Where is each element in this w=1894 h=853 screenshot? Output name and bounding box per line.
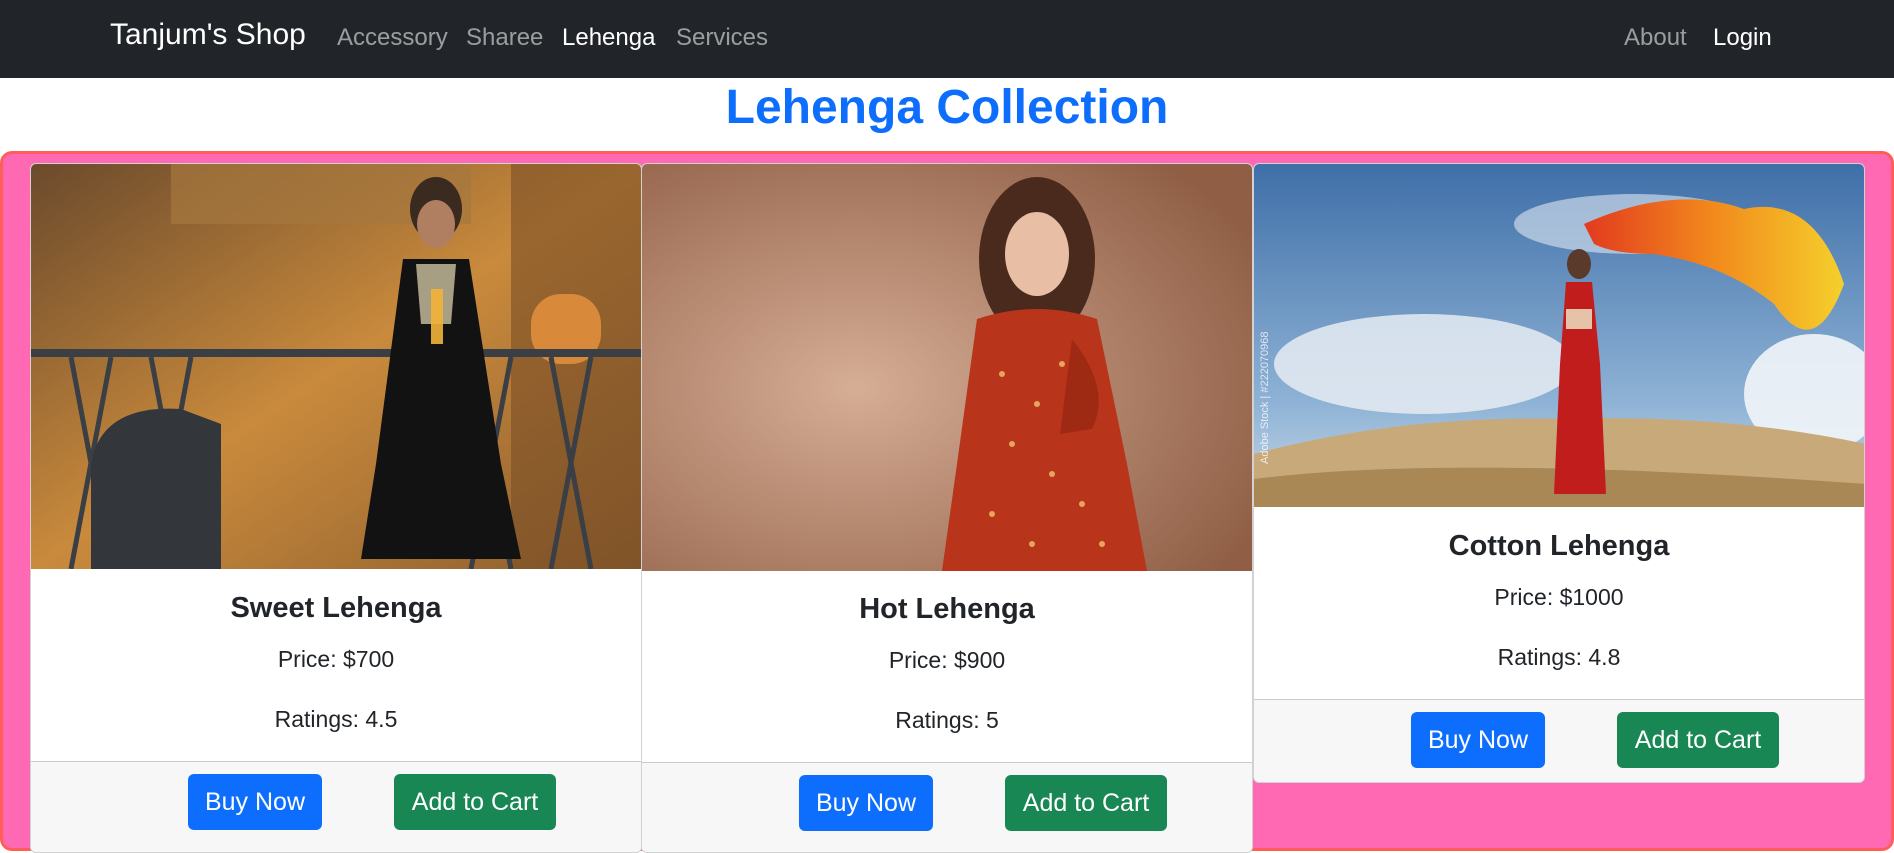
buy-now-button[interactable]: Buy Now (188, 774, 322, 830)
product-image-hot-lehenga[interactable] (642, 164, 1252, 571)
add-to-cart-button[interactable]: Add to Cart (394, 774, 556, 830)
nav-link-login[interactable]: Login (1713, 24, 1772, 52)
add-to-cart-button[interactable]: Add to Cart (1617, 712, 1779, 768)
product-card-cotton-lehenga: Adobe Stock | #222070968 Cotton Lehenga … (1253, 163, 1865, 783)
page-title: Lehenga Collection (725, 81, 1169, 134)
product-image-cotton-lehenga[interactable]: Adobe Stock | #222070968 (1254, 164, 1864, 507)
nav-link-about[interactable]: About (1624, 24, 1687, 52)
product-image-sweet-lehenga[interactable] (31, 164, 641, 569)
brand-link[interactable]: Tanjum's Shop (110, 18, 306, 52)
product-ratings: Ratings: 5 (895, 707, 999, 733)
image-watermark: Adobe Stock | #222070968 (1259, 331, 1271, 464)
buy-now-button[interactable]: Buy Now (799, 775, 933, 831)
buy-now-button[interactable]: Buy Now (1411, 712, 1545, 768)
product-title: Sweet Lehenga (230, 592, 442, 624)
nav-link-lehenga[interactable]: Lehenga (562, 24, 655, 52)
nav-link-sharee[interactable]: Sharee (466, 24, 543, 52)
product-price: Price: $1000 (1494, 584, 1624, 610)
product-card-sweet-lehenga: Sweet Lehenga Price: $700 Ratings: 4.5 B… (30, 163, 642, 853)
add-to-cart-button[interactable]: Add to Cart (1005, 775, 1167, 831)
product-price: Price: $700 (277, 646, 395, 672)
product-ratings: Ratings: 4.5 (274, 706, 398, 732)
card-footer: Buy Now Add to Cart (642, 762, 1252, 852)
product-title: Cotton Lehenga (1448, 530, 1670, 562)
card-footer: Buy Now Add to Cart (31, 761, 641, 852)
nav-link-accessory[interactable]: Accessory (337, 24, 448, 52)
nav-link-services[interactable]: Services (676, 24, 768, 52)
card-footer: Buy Now Add to Cart (1254, 699, 1864, 782)
product-card-hot-lehenga: Hot Lehenga Price: $900 Ratings: 5 Buy N… (641, 163, 1253, 853)
product-title: Hot Lehenga (859, 593, 1035, 625)
navbar: Tanjum's Shop Accessory Sharee Lehenga S… (0, 0, 1894, 78)
product-price: Price: $900 (888, 647, 1006, 673)
product-ratings: Ratings: 4.8 (1497, 644, 1621, 670)
